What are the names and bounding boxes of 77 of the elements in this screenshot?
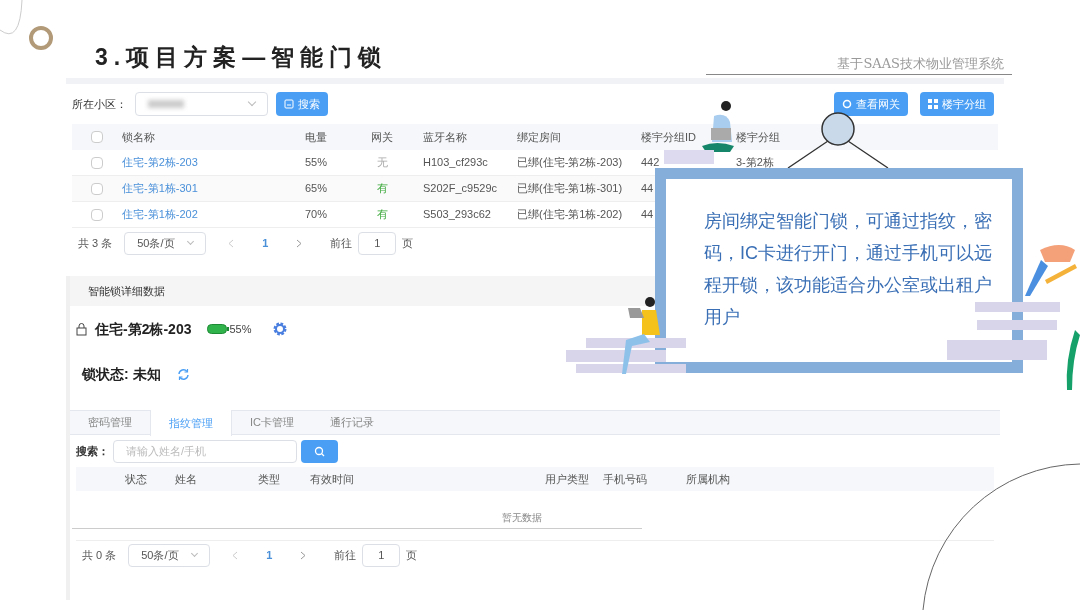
next-page-icon[interactable]: [296, 238, 303, 248]
table-cell: 70%: [305, 208, 328, 221]
column-header: 所属机构: [686, 472, 730, 485]
column-header: 手机号码: [603, 472, 647, 485]
page-input[interactable]: 1: [362, 544, 401, 567]
tab[interactable]: 密码管理: [70, 410, 150, 435]
table-cell: 已绑(住宅-第1栋-301): [517, 182, 623, 195]
table-cell: 44: [641, 208, 654, 221]
column-header: 楼宇分组: [736, 130, 780, 143]
lock-link[interactable]: 住宅-第1栋-301: [122, 182, 198, 195]
page-size-select[interactable]: 50条/页: [128, 544, 211, 567]
search-button[interactable]: 搜索: [276, 92, 328, 116]
lock-link[interactable]: 住宅-第1栋-202: [122, 208, 198, 221]
page-size-select[interactable]: 50条/页: [124, 231, 207, 255]
column-header: 绑定房间: [517, 130, 561, 143]
lock-name: 住宅-第2栋-203: [95, 319, 192, 339]
table-cell: S202F_c9529c: [423, 182, 497, 195]
prev-page-icon[interactable]: [228, 238, 235, 248]
tab[interactable]: 通行记录: [312, 410, 392, 435]
table-cell: S503_293c62: [423, 208, 491, 221]
table-cell: 442: [641, 156, 660, 169]
tab[interactable]: 指纹管理: [150, 410, 232, 436]
column-header: 姓名: [175, 472, 197, 485]
table-cell: 无: [377, 156, 388, 169]
battery-reading: 55%: [229, 321, 252, 337]
table-cell: H103_cf293c: [423, 156, 488, 169]
column-header: 电量: [305, 130, 327, 143]
gateway-button[interactable]: 查看网关: [834, 92, 908, 116]
goto-label: 前往: [330, 235, 353, 251]
total-count: 共 3 条: [78, 235, 113, 251]
search-button[interactable]: [301, 439, 338, 463]
settings-icon[interactable]: [271, 321, 288, 337]
column-header: 用户类型: [545, 472, 589, 485]
column-header: 楼宇分组ID: [641, 130, 696, 143]
row-checkbox[interactable]: [91, 182, 103, 195]
row-checkbox[interactable]: [91, 156, 103, 169]
battery-icon: [207, 324, 230, 334]
lock-link[interactable]: 住宅-第2栋-203: [122, 156, 198, 169]
blurred-value: [148, 100, 184, 108]
next-page-icon[interactable]: [300, 551, 307, 560]
table-cell: 65%: [305, 182, 328, 195]
lock-icon: [76, 322, 87, 336]
refresh-icon[interactable]: [176, 367, 190, 381]
empty-message: 暂无数据: [502, 511, 542, 525]
column-header: 网关: [371, 130, 393, 143]
search-field[interactable]: 请输入姓名/手机: [113, 439, 297, 463]
community-label: 所在小区：: [72, 96, 127, 112]
column-header: 锁名称: [122, 130, 155, 143]
search-label: 搜索：: [76, 443, 109, 459]
page-number[interactable]: 1: [266, 547, 273, 564]
page-unit: 页: [406, 548, 418, 564]
group-button[interactable]: 楼宇分组: [920, 92, 994, 116]
total-count: 共 0 条: [82, 548, 117, 564]
tab[interactable]: IC卡管理: [232, 410, 312, 435]
slide-subtitle: 基于SAAS技术物业管理系统: [706, 54, 1012, 75]
page-number[interactable]: 1: [262, 234, 269, 252]
table-cell: 有: [377, 208, 388, 221]
column-header: 类型: [258, 472, 280, 485]
prev-page-icon[interactable]: [232, 551, 239, 560]
table-cell: 已绑(住宅-第2栋-203): [517, 156, 623, 169]
table-cell: 44: [641, 182, 654, 195]
page-input[interactable]: 1: [358, 231, 397, 255]
page-unit: 页: [402, 235, 414, 251]
table-cell: 已绑(住宅-第1栋-202): [517, 208, 623, 221]
person-drawing: [664, 98, 734, 166]
table-cell: 有: [377, 182, 388, 195]
lock-status: 锁状态: 未知: [82, 364, 161, 384]
table-cell: 3-第2栋: [736, 156, 774, 169]
table-cell: 55%: [305, 156, 328, 169]
column-header: 状态: [125, 472, 147, 485]
column-header: 有效时间: [310, 472, 354, 485]
select-all-checkbox[interactable]: [91, 131, 103, 143]
column-header: 蓝牙名称: [423, 130, 467, 143]
grid-icon: [928, 99, 938, 109]
row-checkbox[interactable]: [91, 208, 103, 221]
goto-label: 前往: [334, 548, 357, 564]
community-select[interactable]: [135, 92, 268, 116]
